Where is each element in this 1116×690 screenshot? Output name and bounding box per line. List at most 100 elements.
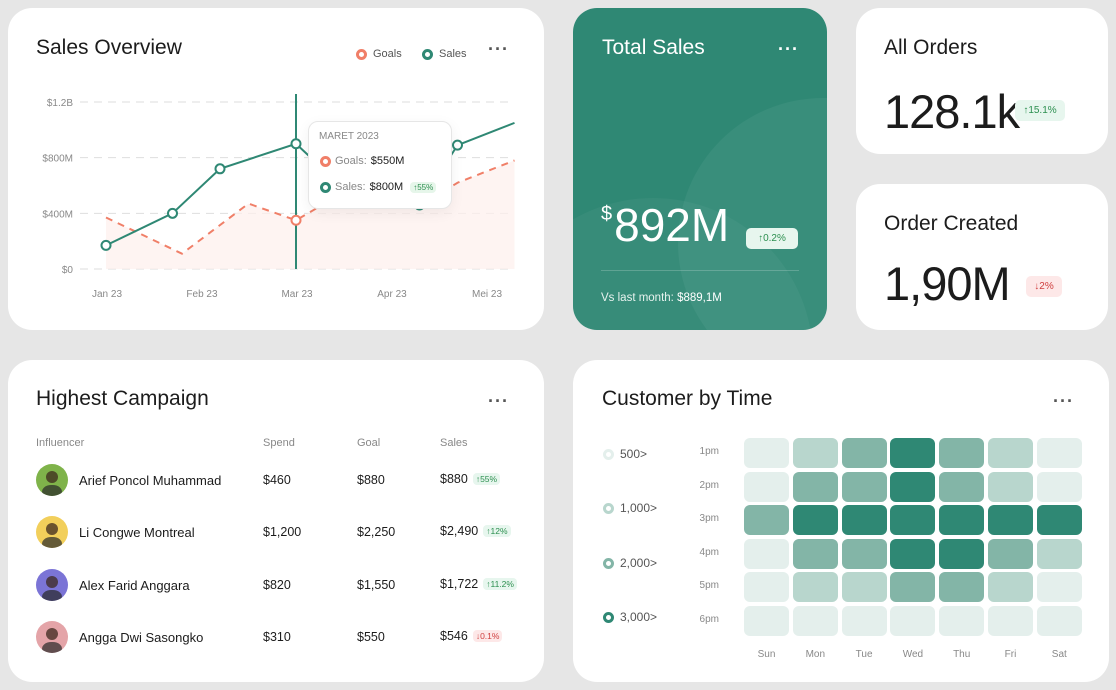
vs-last-month: Vs last month: $889,1M [601,292,722,304]
heatmap-cell[interactable] [792,471,838,502]
heatmap-cell[interactable] [890,505,936,535]
sales-cell: $2,490 ↑12% [440,524,511,538]
order-created-value: 1,90M [884,257,1011,310]
y-tick-label: $1.2B [47,98,73,109]
heatmap-cell[interactable] [744,471,789,502]
heatmap-cell[interactable] [792,505,838,535]
heatmap-cell[interactable] [939,538,985,569]
x-tick-label: Mei 23 [472,289,502,300]
table-row[interactable]: Li Congwe Montreal $1,200 $2,250 $2,490 ↑12% [8,512,544,552]
more-options-icon[interactable]: ··· [778,40,799,58]
sales-data-point[interactable] [290,138,302,150]
spend-value: $460 [263,473,291,487]
goal-value: $550 [357,630,385,644]
sales-cell: $546 ↓0.1% [440,629,503,643]
sales-value: $1,722 [440,577,479,591]
heatmap-cell[interactable] [988,538,1033,569]
divider [601,270,799,271]
chart-tooltip: MARET 2023 Goals: $550M Sales: $800M ↑55… [308,121,452,209]
heatmap-cell[interactable] [890,471,936,502]
col-header-spend: Spend [263,437,295,449]
sales-overview-card: Sales Overview Goals Sales ··· $1.2B $800… [8,8,544,330]
sales-data-point[interactable] [452,139,463,151]
heatmap-cell[interactable] [939,605,985,636]
table-row[interactable]: Arief Poncol Muhammad $460 $880 $880 ↑55% [8,460,544,500]
x-tick-label: Feb 23 [186,289,218,300]
goals-data-point[interactable] [290,214,302,226]
trend-badge: ↑12% [483,525,511,537]
influencer-name: Angga Dwi Sasongko [79,630,204,645]
sales-data-point[interactable] [167,207,178,219]
heatmap-legend-label: 1,000> [620,501,658,515]
heatmap-col-label: Fri [1004,649,1017,660]
tooltip-title: MARET 2023 [319,131,379,142]
heatmap-legend-item: 3,000> [603,610,657,624]
avatar [36,621,68,653]
heatmap-cell[interactable] [744,505,789,535]
y-tick-label: $800M [42,154,73,165]
heatmap-cell[interactable] [792,438,838,468]
heatmap-cell[interactable] [1036,505,1082,535]
more-options-icon[interactable]: ··· [488,392,509,410]
heatmap-cell[interactable] [890,438,936,468]
trend-badge: ↑11.2% [483,578,517,590]
col-header-goal: Goal [357,437,381,449]
tooltip-goals-row: Goals: $550M [320,155,404,167]
y-tick-label: $400M [42,209,73,220]
heatmap-cell[interactable] [841,605,887,636]
sales-data-point[interactable] [100,239,112,251]
heatmap-cell[interactable] [841,572,887,602]
total-sales-card: Total Sales ··· $892M ↑0.2% Vs last mont… [573,8,827,330]
vs-label: Vs last month: [601,292,674,304]
tooltip-goals-label: Goals: [335,155,367,167]
sales-overview-chart: $1.2B $800M $400M $0 Jan 23 Feb 23 Mar 23 Apr … [42,94,515,300]
heatmap-cell[interactable] [988,471,1033,502]
heatmap-col-label: Mon [805,649,826,660]
heatmap-cell[interactable] [792,605,838,636]
heatmap-cell[interactable] [988,572,1033,602]
heatmap-cell[interactable] [1036,538,1082,569]
heatmap-legend-item: 1,000> [603,501,657,515]
col-header-sales: Sales [440,437,468,449]
heatmap-cell[interactable] [744,605,789,636]
heatmap-cell[interactable] [841,538,887,569]
heatmap-cell[interactable] [1036,438,1082,468]
heatmap-cell[interactable] [841,505,887,535]
table-row[interactable]: Angga Dwi Sasongko $310 $550 $546 ↓0.1% [8,617,544,657]
heatmap-cell[interactable] [1036,572,1082,602]
heatmap-cell[interactable] [792,572,838,602]
heatmap-col-label: Wed [902,649,924,660]
heatmap-cell[interactable] [939,438,985,468]
heatmap-row-label: 3pm [699,513,719,524]
total-sales-value: $892M [601,202,729,248]
heatmap-cell[interactable] [1036,605,1082,636]
heatmap-cell[interactable] [744,438,789,468]
heatmap-cell[interactable] [744,538,789,569]
heatmap-cell[interactable] [792,538,838,569]
person-icon [42,576,62,601]
sales-data-point[interactable] [214,163,226,175]
influencer-name: Li Congwe Montreal [79,525,195,540]
heatmap-cell[interactable] [939,505,985,535]
heatmap-cell[interactable] [988,505,1033,535]
heatmap-cell[interactable] [890,572,936,602]
heatmap-row-label: 1pm [699,446,719,457]
heatmap-cell[interactable] [841,471,887,502]
table-row[interactable]: Alex Farid Anggara $820 $1,550 $1,722 ↑11.2% [8,565,544,605]
heatmap-cell[interactable] [744,572,789,602]
goal-value: $2,250 [357,525,396,539]
more-options-icon[interactable]: ··· [1053,392,1074,410]
legend-ring-icon [603,557,614,569]
all-orders-value: 128.1k [884,85,1020,138]
heatmap-cell[interactable] [939,572,985,602]
heatmap-cell[interactable] [841,438,887,468]
heatmap-cell[interactable] [988,605,1033,636]
heatmap-cell[interactable] [890,538,936,569]
heatmap-cell[interactable] [988,438,1033,468]
spend-value: $310 [263,630,291,644]
heatmap-cell[interactable] [890,605,936,636]
heatmap-cell[interactable] [939,471,985,502]
col-header-influencer: Influencer [36,437,85,449]
heatmap-cell[interactable] [1036,471,1082,502]
heatmap-legend-label: 500> [620,447,648,461]
